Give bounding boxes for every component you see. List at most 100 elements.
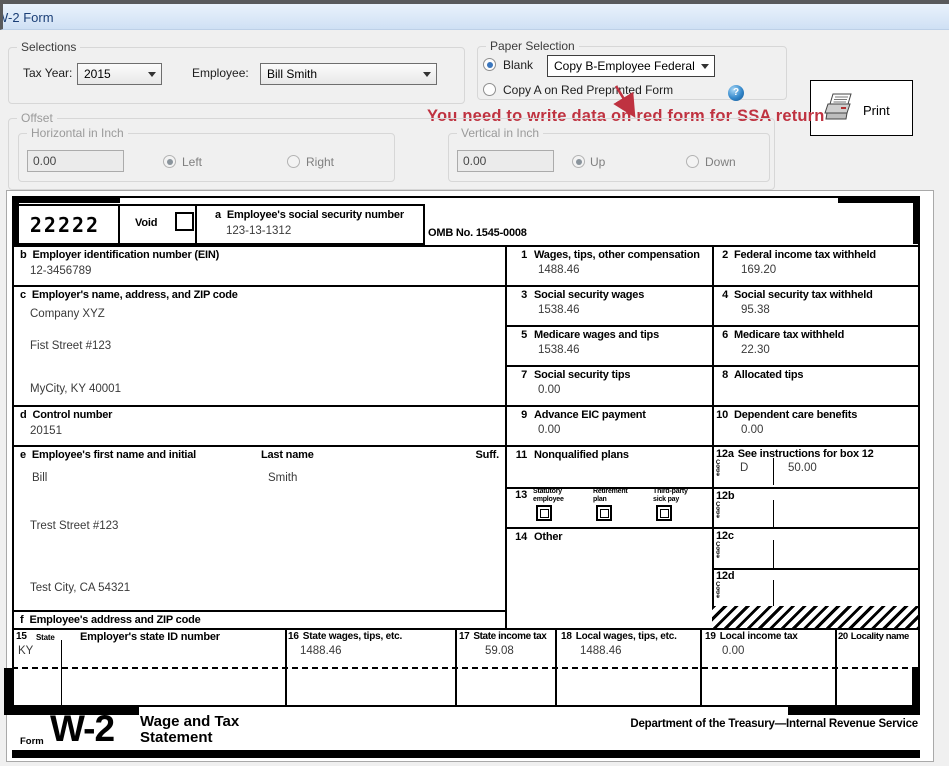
last-name-label: Last name [261, 449, 314, 461]
box-4-value: 95.38 [741, 304, 770, 316]
box-14-label: 14Other [511, 531, 562, 543]
vertical-offset-input[interactable]: 0.00 [457, 150, 554, 172]
employee-value: Bill Smith [267, 67, 317, 81]
grid-line [12, 705, 918, 707]
state-value: KY [18, 645, 33, 657]
grid-line [700, 628, 702, 705]
grid-line [773, 540, 774, 568]
hatched-area [712, 606, 918, 628]
grid-line [773, 458, 774, 485]
copy-type-dropdown[interactable]: Copy B-Employee Federal [547, 55, 715, 77]
chevron-down-icon [701, 64, 709, 69]
grid-line [455, 628, 457, 705]
form-title: Wage and Tax Statement [140, 714, 252, 746]
box-2-label: 2Federal income tax withheld [712, 249, 876, 261]
form-bottom-rule [12, 750, 920, 758]
paper-selection-group-label: Paper Selection [486, 39, 579, 53]
grid-line [12, 196, 14, 705]
vertical-offset-label: Vertical in Inch [457, 126, 543, 140]
grid-line [12, 285, 918, 287]
left-radio[interactable] [163, 155, 176, 168]
copy-a-radio[interactable] [483, 83, 496, 96]
tax-year-dropdown[interactable]: 2015 [77, 63, 162, 85]
grid-line [12, 628, 918, 630]
box-6-label: 6Medicare tax withheld [712, 329, 844, 341]
grid-line [12, 196, 920, 198]
tax-year-label: Tax Year: [23, 66, 72, 80]
box-b-label: bEmployer identification number (EIN) [20, 249, 219, 261]
grid-line [61, 640, 62, 705]
box-e-label: eEmployee's first name and initial [20, 449, 196, 461]
ssn-value: 123-13-1312 [226, 225, 291, 237]
grid-line [505, 245, 507, 628]
box-12a-label: 12aSee instructions for box 12 [716, 448, 874, 460]
up-radio-label[interactable]: Up [590, 155, 605, 169]
form-control-code: 22222 [14, 213, 116, 237]
box-16-label: 16State wages, tips, etc. [288, 631, 402, 642]
right-radio[interactable] [287, 155, 300, 168]
box-c-label: cEmployer's name, address, and ZIP code [20, 289, 238, 301]
grid-line [12, 610, 505, 612]
box-11-label: 11Nonqualified plans [511, 449, 629, 461]
down-radio[interactable] [686, 155, 699, 168]
corner-bracket [913, 196, 920, 244]
up-radio[interactable] [572, 155, 585, 168]
box-f-label: fEmployee's address and ZIP code [20, 614, 201, 626]
corner-bracket [838, 196, 920, 203]
box-7-value: 0.00 [538, 384, 560, 396]
form-word: Form [20, 736, 44, 747]
grid-line [12, 405, 918, 407]
box-3-value: 1538.46 [538, 304, 580, 316]
window-title-bar: W-2 Form [0, 0, 949, 30]
box-1-value: 1488.46 [538, 264, 580, 276]
down-radio-label[interactable]: Down [705, 155, 736, 169]
right-radio-label[interactable]: Right [306, 155, 334, 169]
box-12b-code-label: Code [715, 502, 720, 518]
box-7-label: 7Social security tips [511, 369, 630, 381]
box-18-value: 1488.46 [580, 645, 622, 657]
third-party-sick-pay-label: Third-party sick pay [653, 488, 699, 503]
box-15-label: State [36, 633, 55, 642]
box-17-label: 17State income tax [459, 631, 546, 642]
box-6-value: 22.30 [741, 344, 770, 356]
grid-line [773, 580, 774, 606]
box-12a-code-label: Code [715, 460, 720, 476]
employee-dropdown[interactable]: Bill Smith [260, 63, 437, 85]
agency-text: Department of the Treasury—Internal Reve… [612, 718, 918, 730]
chevron-down-icon [148, 72, 156, 77]
box-12a-amount: 50.00 [788, 462, 817, 474]
corner-bracket [12, 196, 19, 244]
employee-street: Trest Street #123 [30, 520, 118, 532]
employer-street: Fist Street #123 [30, 340, 111, 352]
dashed-separator [12, 667, 918, 669]
blank-radio-label[interactable]: Blank [503, 58, 533, 72]
box-a-num: a [215, 209, 221, 221]
app-window: { "window": { "title": "W-2 Form" }, "se… [0, 0, 949, 766]
box-9-value: 0.00 [538, 424, 560, 436]
copy-type-value: Copy B-Employee Federal [554, 59, 695, 73]
box-5-value: 1538.46 [538, 344, 580, 356]
horizontal-offset-input[interactable]: 0.00 [27, 150, 124, 172]
employer-state-id-label: Employer's state ID number [80, 631, 220, 643]
grid-line [712, 568, 918, 570]
box-5-label: 5Medicare wages and tips [511, 329, 659, 341]
employer-city: MyCity, KY 40001 [30, 383, 121, 395]
box-1-label: 1Wages, tips, other compensation [511, 249, 700, 261]
employee-label: Employee: [192, 66, 249, 80]
w2-form: 22222 Void aEmployee's social security n… [12, 196, 920, 758]
box-8-label: 8Allocated tips [712, 369, 803, 381]
control-number-value: 20151 [30, 425, 62, 437]
help-icon[interactable]: ? [728, 85, 744, 101]
corner-bracket [4, 707, 139, 715]
grid-line [773, 500, 774, 527]
print-button[interactable]: Print [810, 80, 913, 136]
box-19-value: 0.00 [722, 645, 744, 657]
box-19-label: 19Local income tax [705, 631, 798, 642]
void-label: Void [135, 217, 157, 229]
retirement-plan-checkbox [596, 505, 612, 521]
box-9-label: 9Advance EIC payment [511, 409, 646, 421]
left-radio-label[interactable]: Left [182, 155, 202, 169]
blank-radio[interactable] [483, 58, 496, 71]
offset-group-label: Offset [17, 111, 57, 125]
grid-line [555, 628, 557, 705]
